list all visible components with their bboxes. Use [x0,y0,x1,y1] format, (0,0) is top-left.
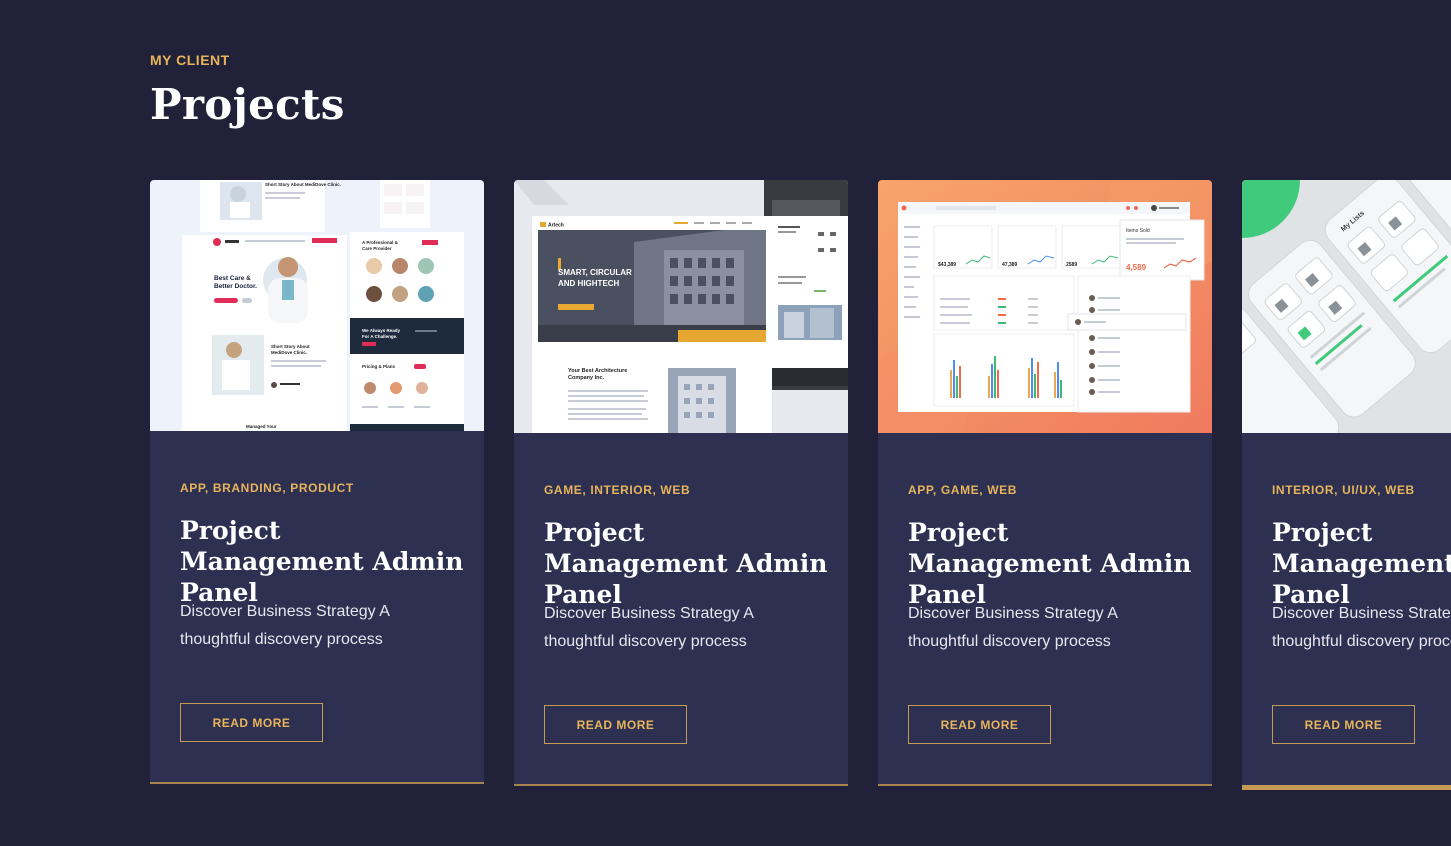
dashboard-mockup: $43,389 47,389 2589 Items Sold 4,589 [878,180,1212,433]
svg-text:Short Story About MediDove Cli: Short Story About MediDove Clinic. [265,182,341,187]
svg-text:4,589: 4,589 [1126,263,1147,272]
svg-text:MediDove Clinic.: MediDove Clinic. [271,350,307,355]
card-underline [514,784,848,786]
project-thumbnail-mobile-app[interactable]: My Lists [1242,180,1451,433]
read-more-button[interactable]: READ MORE [544,705,687,744]
project-tags: APP, GAME, WEB [908,483,1017,497]
svg-text:Short Story About: Short Story About [271,344,310,349]
svg-text:2589: 2589 [1066,262,1077,268]
project-tags: GAME, INTERIOR, WEB [544,483,690,497]
projects-section: MY CLIENT Projects Short Story About Med… [0,0,1451,846]
read-more-button[interactable]: READ MORE [1272,705,1415,744]
tag[interactable]: GAME, [941,483,983,497]
project-thumbnail-architecture[interactable]: Artech SMART, CIRCULAR AND HIGHTECH Your… [514,180,848,433]
medical-website-mockup: Short Story About MediDove Clinic. Best … [150,180,484,431]
tag[interactable]: APP, [180,481,209,495]
tag[interactable]: WEB [1385,483,1415,497]
read-more-button[interactable]: READ MORE [180,703,323,742]
card-underline [150,782,484,784]
project-description: Discover Business Strategy A thoughtful … [908,605,1117,650]
tag[interactable]: BRANDING, [213,481,286,495]
project-description: Discover Business Strategy A thoughtful … [180,603,389,648]
tag[interactable]: GAME, [544,483,586,497]
svg-text:Managed Your: Managed Your [246,424,277,429]
project-thumbnail-medical[interactable]: Short Story About MediDove Clinic. Best … [150,180,484,431]
project-card-2[interactable]: Artech SMART, CIRCULAR AND HIGHTECH Your… [514,180,848,786]
project-title[interactable]: Project Management Admin Panel [180,515,470,608]
read-more-button[interactable]: READ MORE [908,705,1051,744]
tag[interactable]: WEB [660,483,690,497]
svg-text:Items Sold: Items Sold [1126,228,1150,234]
project-card-1[interactable]: Short Story About MediDove Clinic. Best … [150,180,484,784]
architecture-website-mockup: Artech SMART, CIRCULAR AND HIGHTECH Your… [514,180,848,433]
tag[interactable]: APP, [908,483,937,497]
tag[interactable]: PRODUCT [290,481,354,495]
card-underline [878,784,1212,786]
mobile-app-mockup: My Lists [1242,180,1451,433]
svg-text:$43,389: $43,389 [938,262,956,268]
svg-text:We Always Ready: We Always Ready [362,328,401,333]
svg-text:Best Care & Better D: Best Care & Better Doctor. [214,275,257,290]
svg-text:Care Provider: Care Provider [362,246,392,251]
svg-text:A Professional &: A Professional & [362,240,399,245]
project-title[interactable]: Project Management Admin Panel [1272,517,1451,610]
card-underline-active [1242,785,1451,790]
project-thumbnail-dashboard[interactable]: $43,389 47,389 2589 Items Sold 4,589 [878,180,1212,433]
section-eyebrow: MY CLIENT [150,52,230,68]
tag[interactable]: INTERIOR, [590,483,656,497]
project-title[interactable]: Project Management Admin Panel [544,517,834,610]
project-card-4[interactable]: My Lists INTERIOR, UI/UX, WEB Project Ma… [1242,180,1451,790]
project-card-3[interactable]: $43,389 47,389 2589 Items Sold 4,589 APP… [878,180,1212,786]
tag[interactable]: INTERIOR, [1272,483,1338,497]
project-description: Discover Business Strategy A thoughtful … [1272,605,1451,650]
svg-text:Artech: Artech [548,223,564,229]
project-tags: APP, BRANDING, PRODUCT [180,481,354,495]
section-title: Projects [150,80,345,129]
project-description: Discover Business Strategy A thoughtful … [544,605,753,650]
project-title[interactable]: Project Management Admin Panel [908,517,1198,610]
project-tags: INTERIOR, UI/UX, WEB [1272,483,1415,497]
svg-text:Pricing & Plans: Pricing & Plans [362,364,396,369]
tag[interactable]: WEB [987,483,1017,497]
svg-text:47,389: 47,389 [1002,262,1018,268]
tag[interactable]: UI/UX, [1342,483,1381,497]
svg-text:For A Challenge.: For A Challenge. [362,334,397,339]
